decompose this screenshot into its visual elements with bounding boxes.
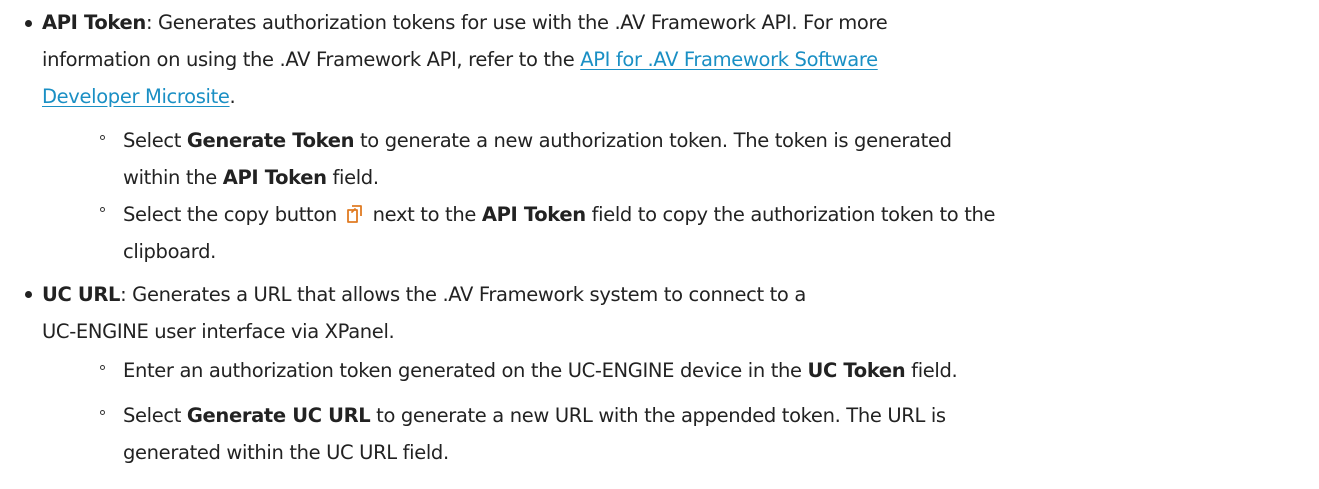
subitem-text: Select xyxy=(123,404,187,427)
copy-icon xyxy=(345,204,365,230)
uc-url-description-cont: UC-ENGINE user interface via XPanel. xyxy=(42,320,395,343)
generate-uc-url-label: Generate UC URL xyxy=(186,404,371,427)
term-uc-url: UC URL xyxy=(42,283,121,306)
subitem-text: field to copy the authorization token to… xyxy=(585,203,996,226)
api-microsite-link-cont[interactable]: Developer Microsite xyxy=(42,85,230,108)
api-microsite-link[interactable]: API for .AV Framework Software xyxy=(580,48,878,71)
item-api-token-line3: Developer Microsite. xyxy=(42,85,236,109)
uc-url-description: : Generates a URL that allows the .AV Fr… xyxy=(120,283,806,306)
bullet xyxy=(25,20,32,27)
sub-bullet xyxy=(100,410,105,415)
subitem-text: next to the xyxy=(366,203,482,226)
subitem-generate-uc-url-line1: Select Generate UC URL to generate a new… xyxy=(123,404,946,428)
subitem-text: field. xyxy=(326,166,380,189)
term-api-token: API Token xyxy=(42,11,146,34)
item-uc-url-line2: UC-ENGINE user interface via XPanel. xyxy=(42,320,395,344)
subitem-copy-line1: Select the copy button next to the API T… xyxy=(123,203,996,230)
subitem-generate-token-line2: within the API Token field. xyxy=(123,166,379,190)
item-api-token-line2: information on using the .AV Framework A… xyxy=(42,48,878,72)
subitem-text: within the xyxy=(123,166,223,189)
item-uc-url-line1: UC URL: Generates a URL that allows the … xyxy=(42,283,806,307)
uc-token-field-label: UC Token xyxy=(807,359,906,382)
subitem-copy-line2: clipboard. xyxy=(123,240,216,264)
subitem-text: clipboard. xyxy=(123,240,216,263)
sub-bullet xyxy=(100,135,105,140)
subitem-generate-uc-url-line2: generated within the UC URL field. xyxy=(123,441,449,465)
subitem-text: to generate a new authorization token. T… xyxy=(354,129,952,152)
api-token-field-label: API Token xyxy=(222,166,327,189)
api-token-description: : Generates authorization tokens for use… xyxy=(145,11,888,34)
document-body: API Token: Generates authorization token… xyxy=(0,0,1319,489)
item-api-token-line1: API Token: Generates authorization token… xyxy=(42,11,888,35)
subitem-text: to generate a new URL with the appended … xyxy=(370,404,946,427)
generate-token-label: Generate Token xyxy=(186,129,355,152)
sub-bullet xyxy=(100,207,105,212)
subitem-uc-token-line1: Enter an authorization token generated o… xyxy=(123,359,958,383)
period: . xyxy=(229,85,236,108)
subitem-text: Enter an authorization token generated o… xyxy=(123,359,808,382)
subitem-text: field. xyxy=(905,359,958,382)
bullet xyxy=(25,291,32,298)
sub-bullet xyxy=(100,365,105,370)
api-token-description-cont: information on using the .AV Framework A… xyxy=(42,48,581,71)
subitem-text: Select the copy button xyxy=(123,203,343,226)
api-token-field-label: API Token xyxy=(481,203,586,226)
subitem-text: Select xyxy=(123,129,187,152)
subitem-text: generated within the UC URL field. xyxy=(123,441,449,464)
subitem-generate-token-line1: Select Generate Token to generate a new … xyxy=(123,129,952,153)
